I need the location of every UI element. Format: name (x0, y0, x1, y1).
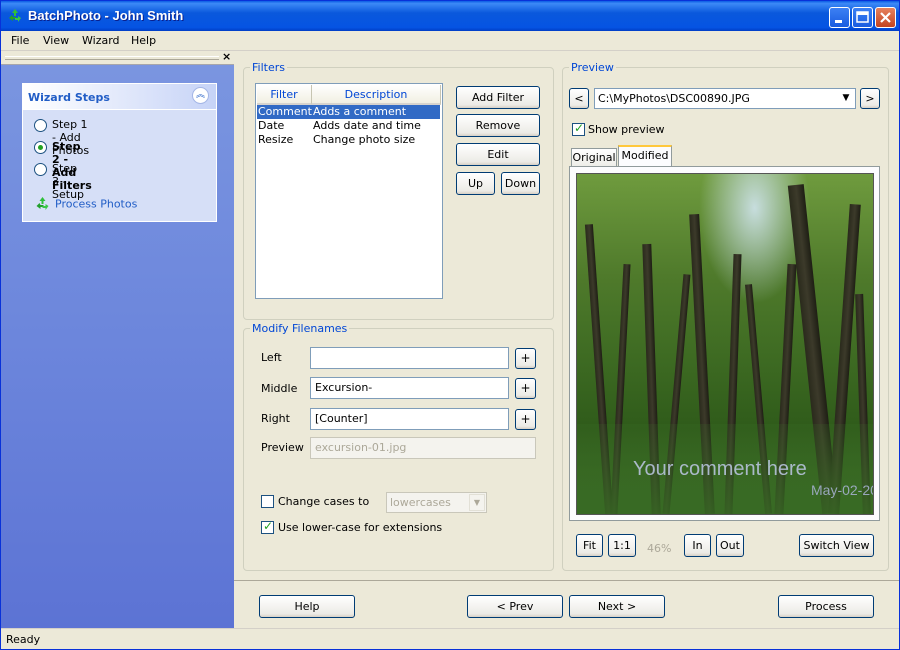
step-2-radio[interactable] (34, 140, 47, 154)
filter-description: Adds a comment (313, 105, 407, 118)
next-photo-button[interactable]: > (860, 88, 880, 109)
previous-photo-button[interactable]: < (569, 88, 589, 109)
filter-description: Change photo size (313, 133, 416, 146)
case-select: lowercases ▼ (386, 492, 487, 513)
zoom-fit-button[interactable]: Fit (576, 534, 603, 557)
filter-name: Date (258, 119, 285, 132)
filter-row-resize[interactable]: Resize Change photo size (257, 133, 440, 147)
menu-file[interactable]: File (11, 34, 29, 47)
photo-file-select[interactable]: C:\MyPhotos\DSC00890.JPG ▼ (594, 88, 856, 109)
change-cases-checkbox[interactable] (261, 495, 274, 508)
overlay-date-text: May-02-20 (811, 482, 874, 498)
middle-insert-button[interactable]: + (515, 378, 536, 399)
show-preview-checkbox[interactable] (572, 121, 585, 136)
side-panel-close-icon[interactable]: × (222, 50, 231, 63)
side-panel: × Wizard Steps ︽ Step 1 - Add Photos Ste… (1, 50, 234, 628)
wizard-header: Wizard Steps ︽ (23, 84, 216, 110)
switch-view-button[interactable]: Switch View (799, 534, 874, 557)
maximize-icon (856, 11, 869, 23)
preview-tab-panel: Your comment here May-02-20 (569, 166, 880, 521)
preview-label: Preview (261, 441, 304, 454)
filter-name: Resize (258, 133, 294, 146)
app-recycle-icon (9, 9, 21, 22)
minimize-icon (835, 20, 842, 23)
wizard-steps-box: Wizard Steps ︽ Step 1 - Add Photos Step … (22, 83, 217, 222)
right-field[interactable]: [Counter] (310, 408, 509, 430)
maximize-button[interactable] (852, 7, 873, 28)
menu-view[interactable]: View (43, 34, 69, 47)
photo-file-value: C:\MyPhotos\DSC00890.JPG (598, 92, 750, 105)
right-label: Right (261, 412, 290, 425)
zoom-1-to-1-button[interactable]: 1:1 (608, 534, 636, 557)
close-button[interactable] (875, 7, 896, 28)
status-text: Ready (6, 633, 41, 646)
left-label: Left (261, 351, 282, 364)
close-icon (880, 12, 891, 23)
recycle-icon (36, 197, 49, 210)
wizard-step-1[interactable]: Step 1 - Add Photos (34, 118, 89, 157)
overlay-comment-text: Your comment here (633, 458, 807, 480)
filters-group-title: Filters (250, 61, 287, 74)
filter-row-comment[interactable]: Comment Adds a comment (257, 105, 440, 119)
step-3-radio[interactable] (34, 162, 47, 176)
title-bar[interactable]: BatchPhoto - John Smith (1, 1, 899, 31)
wizard-step-2[interactable]: Step 2 - Add Filters (34, 140, 92, 192)
move-down-button[interactable]: Down (501, 172, 540, 195)
right-insert-button[interactable]: + (515, 409, 536, 430)
side-panel-grip[interactable] (5, 56, 219, 60)
change-cases-label: Change cases to (278, 495, 370, 508)
filter-description: Adds date and time (313, 119, 421, 132)
app-window: BatchPhoto - John Smith File View Wizard… (0, 0, 900, 650)
add-filter-button[interactable]: Add Filter (456, 86, 540, 109)
show-preview-label: Show preview (588, 123, 665, 136)
help-button[interactable]: Help (259, 595, 355, 618)
middle-field[interactable]: Excursion- (310, 377, 509, 399)
lowercase-extension-checkbox[interactable] (261, 519, 274, 534)
status-bar: Ready (1, 628, 899, 649)
next-button[interactable]: Next > (569, 595, 665, 618)
lowercase-extension-label: Use lower-case for extensions (278, 521, 443, 534)
prev-button[interactable]: < Prev (467, 595, 563, 618)
filter-row-date[interactable]: Date Adds date and time (257, 119, 440, 133)
modify-filenames-title: Modify Filenames (250, 322, 350, 335)
zoom-out-button[interactable]: Out (716, 534, 744, 557)
dropdown-arrow-icon[interactable]: ▼ (838, 90, 854, 107)
photo-preview-image: Your comment here May-02-20 (576, 173, 874, 515)
preview-group-title: Preview (569, 61, 616, 74)
filename-preview-field: excursion-01.jpg (310, 437, 536, 459)
step-1-radio[interactable] (34, 118, 47, 132)
side-panel-header: × (1, 50, 234, 65)
middle-label: Middle (261, 382, 298, 395)
edit-filter-button[interactable]: Edit (456, 143, 540, 166)
tab-original[interactable]: Original (571, 148, 617, 168)
tab-modified[interactable]: Modified (618, 145, 672, 167)
case-select-value: lowercases (390, 496, 451, 509)
left-field[interactable] (310, 347, 509, 369)
filter-name: Comment (258, 105, 312, 118)
collapse-chevron-up-icon[interactable]: ︽ (192, 87, 209, 104)
remove-filter-button[interactable]: Remove (456, 114, 540, 137)
window-title: BatchPhoto - John Smith (28, 8, 184, 23)
filters-list-header: Filter Description (257, 85, 441, 105)
left-insert-button[interactable]: + (515, 348, 536, 369)
zoom-in-button[interactable]: In (684, 534, 711, 557)
menu-wizard[interactable]: Wizard (82, 34, 120, 47)
process-photos-link[interactable]: Process Photos (34, 196, 137, 212)
dropdown-arrow-icon: ▼ (469, 494, 485, 511)
filters-list[interactable]: Filter Description Comment Adds a commen… (255, 83, 443, 299)
process-button[interactable]: Process (778, 595, 874, 618)
menu-bar: File View Wizard Help (1, 31, 899, 51)
wizard-step-3[interactable]: Step 3 - Setup (34, 162, 84, 201)
minimize-button[interactable] (829, 7, 850, 28)
move-up-button[interactable]: Up (456, 172, 495, 195)
column-header-filter[interactable]: Filter (257, 85, 312, 105)
column-header-description[interactable]: Description (312, 85, 441, 105)
menu-help[interactable]: Help (131, 34, 156, 47)
zoom-percent-label: 46% (647, 542, 672, 555)
process-photos-label: Process Photos (55, 197, 138, 211)
wizard-title: Wizard Steps (28, 91, 110, 104)
